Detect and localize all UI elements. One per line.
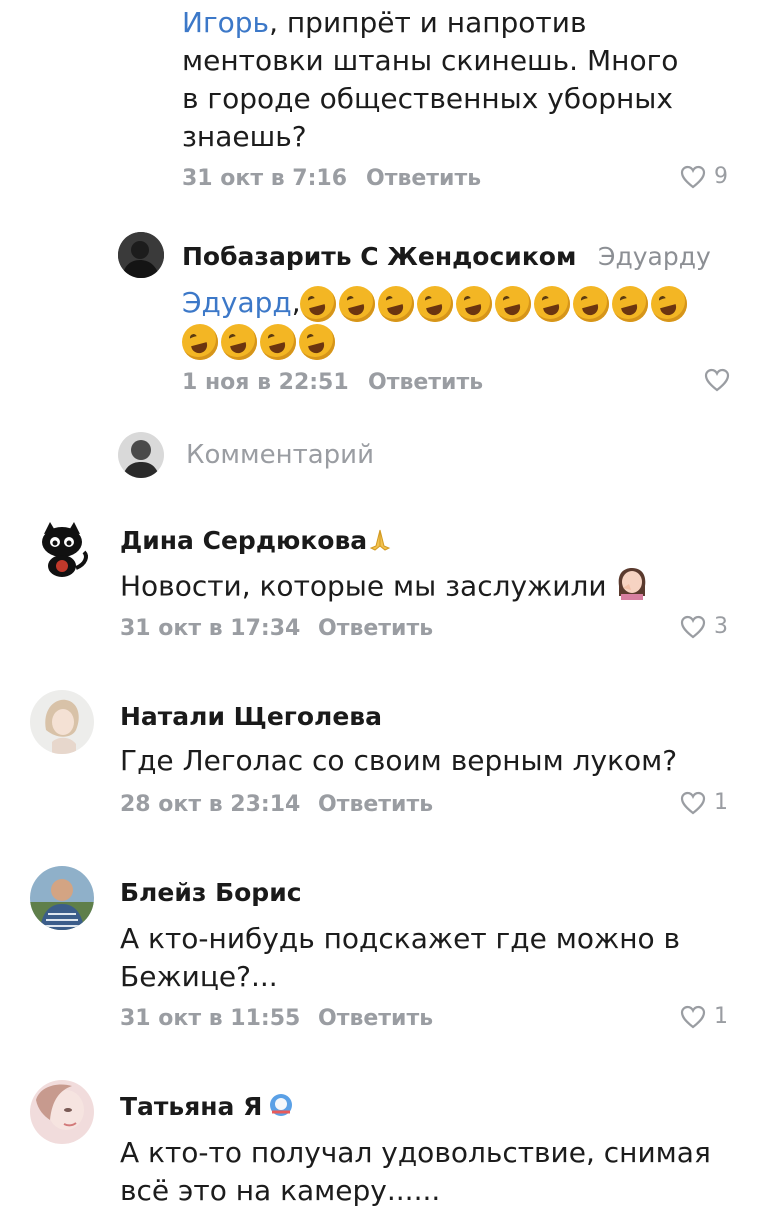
user-avatar bbox=[118, 432, 164, 478]
reply-button[interactable]: Ответить bbox=[318, 1006, 433, 1031]
rolling-on-floor-laughing-icon bbox=[651, 286, 687, 322]
comment-date: 31 окт в 17:34 bbox=[120, 616, 301, 641]
like-count: 9 bbox=[714, 164, 728, 189]
like-button[interactable]: 1 bbox=[680, 1004, 728, 1029]
avatar[interactable] bbox=[30, 516, 94, 580]
blue-badge-icon bbox=[268, 1092, 294, 1124]
comment-text-line: А кто-то получал удовольствие, снимая bbox=[120, 1136, 711, 1169]
like-button[interactable] bbox=[704, 368, 730, 392]
comment-author[interactable]: Дина Сердюкова bbox=[120, 526, 393, 558]
heart-icon bbox=[680, 791, 706, 814]
comment-text: Где Леголас со своим верным луком? bbox=[120, 744, 678, 777]
comment-text-line: А кто-нибудь подскажет где можно в bbox=[120, 922, 681, 955]
comment-text-line: знаешь? bbox=[182, 120, 307, 153]
comment-text-line: всё это на камеру...... bbox=[120, 1174, 441, 1207]
comment-date: 31 окт в 7:16 bbox=[182, 166, 348, 191]
like-button[interactable]: 3 bbox=[680, 614, 728, 639]
rolling-on-floor-laughing-icon bbox=[417, 286, 453, 322]
comment-text-line: в городе общественных уборных bbox=[182, 82, 673, 115]
emoji-row bbox=[300, 286, 687, 322]
avatar-image bbox=[30, 866, 94, 930]
rolling-on-floor-laughing-icon bbox=[299, 324, 335, 360]
avatar-image bbox=[118, 432, 164, 478]
rolling-on-floor-laughing-icon bbox=[300, 286, 336, 322]
rolling-on-floor-laughing-icon bbox=[339, 286, 375, 322]
avatar-image bbox=[30, 690, 94, 754]
avatar[interactable] bbox=[30, 1080, 94, 1144]
like-count: 3 bbox=[714, 614, 728, 639]
like-count: 1 bbox=[714, 790, 728, 815]
comment-input[interactable]: Комментарий bbox=[186, 440, 374, 470]
comment-date: 31 окт в 11:55 bbox=[120, 1006, 301, 1031]
reply-button[interactable]: Ответить bbox=[366, 166, 481, 191]
like-button[interactable]: 1 bbox=[680, 790, 728, 815]
rolling-on-floor-laughing-icon bbox=[221, 324, 257, 360]
heart-icon bbox=[680, 1005, 706, 1028]
emoji-row bbox=[182, 324, 335, 360]
like-count: 1 bbox=[714, 1004, 728, 1029]
reply-to-label[interactable]: Эдуарду bbox=[598, 242, 711, 271]
comment-date: 1 ноя в 22:51 bbox=[182, 370, 349, 395]
comment-text-line: ментовки штаны скинешь. Много bbox=[182, 44, 679, 77]
heart-icon bbox=[680, 615, 706, 638]
avatar[interactable] bbox=[30, 690, 94, 754]
rolling-on-floor-laughing-icon bbox=[495, 286, 531, 322]
comment-text-line: Бежице?... bbox=[120, 960, 278, 993]
mention-link[interactable]: Игорь bbox=[182, 6, 269, 39]
rolling-on-floor-laughing-icon bbox=[456, 286, 492, 322]
heart-icon bbox=[680, 165, 706, 188]
rolling-on-floor-laughing-icon bbox=[534, 286, 570, 322]
avatar-image bbox=[30, 516, 94, 580]
avatar-image bbox=[30, 1080, 94, 1144]
comment-author[interactable]: Побазарить С Жендосиком bbox=[182, 242, 576, 271]
avatar[interactable] bbox=[118, 232, 164, 278]
comment-date: 28 окт в 23:14 bbox=[120, 792, 301, 817]
rolling-on-floor-laughing-icon bbox=[612, 286, 648, 322]
comment-author[interactable]: Татьяна Я bbox=[120, 1092, 294, 1124]
like-button[interactable]: 9 bbox=[680, 164, 728, 189]
avatar[interactable] bbox=[30, 866, 94, 930]
rolling-on-floor-laughing-icon bbox=[260, 324, 296, 360]
reply-button[interactable]: Ответить bbox=[318, 792, 433, 817]
avatar-image bbox=[118, 232, 164, 278]
reply-button[interactable]: Ответить bbox=[368, 370, 483, 395]
mention-link[interactable]: Эдуард bbox=[182, 286, 292, 319]
comment-text-line: Игорь, припрёт и напротив bbox=[182, 6, 587, 39]
woman-facepalming-icon bbox=[615, 566, 649, 609]
folded-hands-icon bbox=[367, 526, 393, 558]
comment-author[interactable]: Натали Щеголева bbox=[120, 702, 382, 731]
rolling-on-floor-laughing-icon bbox=[573, 286, 609, 322]
reply-button[interactable]: Ответить bbox=[318, 616, 433, 641]
rolling-on-floor-laughing-icon bbox=[182, 324, 218, 360]
comment-text-line: Эдуард, bbox=[182, 286, 301, 319]
comment-text: Новости, которые мы заслужили bbox=[120, 566, 649, 609]
heart-icon bbox=[704, 368, 730, 392]
rolling-on-floor-laughing-icon bbox=[378, 286, 414, 322]
comment-author[interactable]: Блейз Борис bbox=[120, 878, 302, 907]
